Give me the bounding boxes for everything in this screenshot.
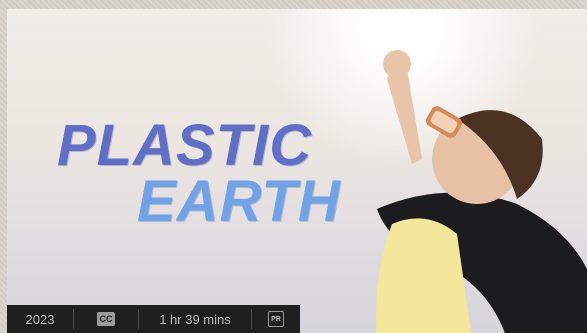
- closed-captions-cell: CC: [74, 305, 138, 333]
- movie-info-bar: 2023 CC 1 hr 39 mins PR: [7, 305, 300, 333]
- rating-badge-icon: PR: [268, 311, 284, 327]
- boy-in-cape-illustration: [376, 50, 587, 333]
- title-line-plastic: PLASTIC: [57, 113, 313, 178]
- closed-captions-icon: CC: [97, 312, 115, 326]
- release-year: 2023: [25, 311, 55, 327]
- runtime: 1 hr 39 mins: [159, 311, 231, 327]
- movie-title-logo: PLASTIC EARTH: [57, 117, 341, 231]
- rating-cell: PR: [252, 305, 300, 333]
- title-line-earth: EARTH: [137, 169, 341, 234]
- movie-hero-image[interactable]: PLASTIC EARTH: [7, 9, 587, 333]
